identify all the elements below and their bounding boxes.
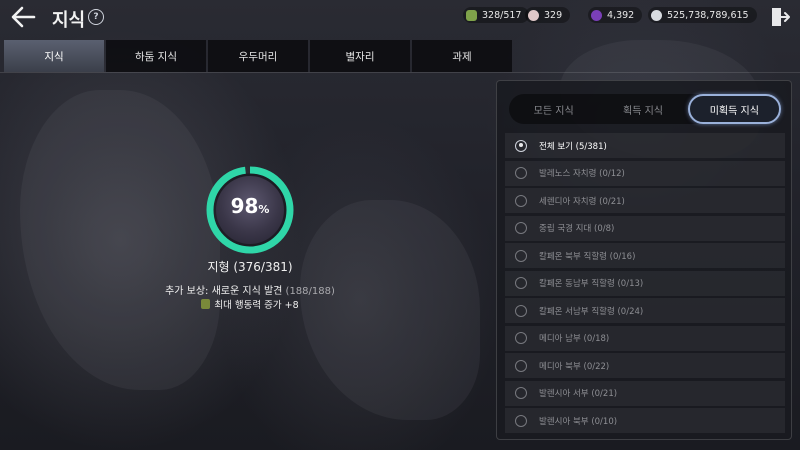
energy-icon [466, 9, 477, 21]
radio-button[interactable] [515, 387, 527, 399]
reward-effect: 최대 행동력 증가 +8 [214, 300, 299, 311]
exit-door-icon[interactable] [770, 6, 790, 28]
radio-button[interactable] [515, 222, 527, 234]
filter-unacquired-knowledge[interactable]: 미획득 지식 [687, 94, 781, 124]
list-item[interactable]: 칼페온 동남부 직할령 (0/13) [505, 270, 785, 296]
silver-coin-icon [651, 9, 662, 21]
progress-percent: 98% [204, 194, 296, 218]
region-label: 중립 국경 지대 (0/8) [539, 224, 615, 234]
reward-effect-line: 최대 행동력 증가 +8 [150, 297, 350, 311]
list-item[interactable]: 칼페온 서남부 직할령 (0/24) [505, 298, 785, 323]
region-label: 발렌시아 북부 (0/10) [539, 416, 618, 427]
radio-button[interactable] [515, 332, 527, 344]
list-item[interactable]: 발렌시아 북부 (0/10) [505, 408, 785, 433]
region-label: 세렌디아 자치령 (0/21) [539, 196, 625, 207]
region-label: 메디아 남부 (0/18) [539, 334, 610, 344]
list-item[interactable]: 메디아 남부 (0/18) [505, 325, 785, 351]
resource-energy: 328/517 [463, 7, 530, 23]
tab-knowledge[interactable]: 지식 [4, 40, 104, 72]
resource-silver: 525,738,789,615 [648, 7, 757, 23]
radio-button[interactable] [515, 414, 527, 427]
back-arrow-icon[interactable] [10, 5, 36, 29]
bonus-reward-line: 추가 보상: 새로운 지식 발견 (188/188) [150, 282, 350, 297]
energy-value: 328/517 [482, 9, 522, 21]
list-item[interactable]: 전체 보기 (5/381) [505, 133, 785, 158]
list-item[interactable]: 발레노스 자치령 (0/12) [505, 160, 785, 186]
region-label: 발렌시아 서부 (0/21) [539, 389, 618, 399]
map-book-icon[interactable]: ? [88, 9, 104, 25]
region-label: 발레노스 자치령 (0/12) [539, 169, 625, 179]
rock-cliff [20, 90, 220, 390]
resource-purple-gem: 4,392 [588, 7, 643, 23]
percent-unit: % [258, 203, 270, 216]
top-bar: 지식 ? 328/517 329 4,392 525,738,789,615 [0, 0, 800, 36]
main-tabs: 지식 하둠 지식 우두머리 별자리 과제 [4, 40, 512, 72]
region-label: 칼페온 동남부 직할령 (0/13) [539, 279, 644, 289]
category-progress-label: 지형 (376/381) [207, 260, 293, 274]
page-title: 지식 [52, 10, 86, 31]
region-label: 전체 보기 (5/381) [539, 141, 607, 152]
list-item[interactable]: 칼페온 북부 직할령 (0/16) [505, 243, 785, 268]
progress-ring: 98% [204, 164, 296, 256]
region-label: 칼페온 서남부 직할령 (0/24) [539, 306, 644, 317]
knowledge-filter-bar: 모든 지식 획득 지식 미획득 지식 [509, 94, 781, 124]
pearl-icon [528, 9, 539, 21]
list-item[interactable]: 세렌디아 자치령 (0/21) [505, 188, 785, 213]
list-item[interactable]: 중립 국경 지대 (0/8) [505, 215, 785, 241]
purple-gem-icon [591, 9, 602, 21]
region-label: 칼페온 북부 직할령 (0/16) [539, 251, 636, 262]
tabs-divider [0, 72, 800, 73]
radio-button[interactable] [515, 277, 527, 289]
radio-button[interactable] [515, 249, 527, 262]
resource-pearl: 329 [525, 7, 571, 23]
tab-hadum-knowledge[interactable]: 하둠 지식 [106, 40, 206, 72]
radio-button[interactable] [515, 194, 527, 207]
purple-gem-value: 4,392 [607, 9, 635, 21]
percent-number: 98 [230, 194, 259, 218]
list-item[interactable]: 메디아 북부 (0/22) [505, 353, 785, 378]
region-list: 전체 보기 (5/381) 발레노스 자치령 (0/12) 세렌디아 자치령 (… [505, 133, 785, 436]
reward-prefix: 추가 보상: 새로운 지식 발견 [165, 286, 286, 297]
region-label: 메디아 북부 (0/22) [539, 361, 610, 372]
radio-button[interactable] [515, 167, 527, 179]
filter-all-knowledge[interactable]: 모든 지식 [509, 94, 598, 124]
region-list-panel: 모든 지식 획득 지식 미획득 지식 전체 보기 (5/381) 발레노스 자치… [496, 80, 792, 440]
energy-icon [201, 299, 211, 309]
tab-tasks[interactable]: 과제 [412, 40, 512, 72]
silver-value: 525,738,789,615 [667, 9, 749, 21]
tab-constellation[interactable]: 별자리 [310, 40, 410, 72]
list-item[interactable]: 발렌시아 서부 (0/21) [505, 380, 785, 406]
radio-button[interactable] [515, 359, 527, 372]
radio-button[interactable] [515, 304, 527, 317]
tab-boss[interactable]: 우두머리 [208, 40, 308, 72]
filter-acquired-knowledge[interactable]: 획득 지식 [598, 94, 687, 124]
pearl-value: 329 [544, 9, 563, 21]
radio-button[interactable] [515, 139, 527, 152]
reward-count: (188/188) [285, 286, 335, 297]
